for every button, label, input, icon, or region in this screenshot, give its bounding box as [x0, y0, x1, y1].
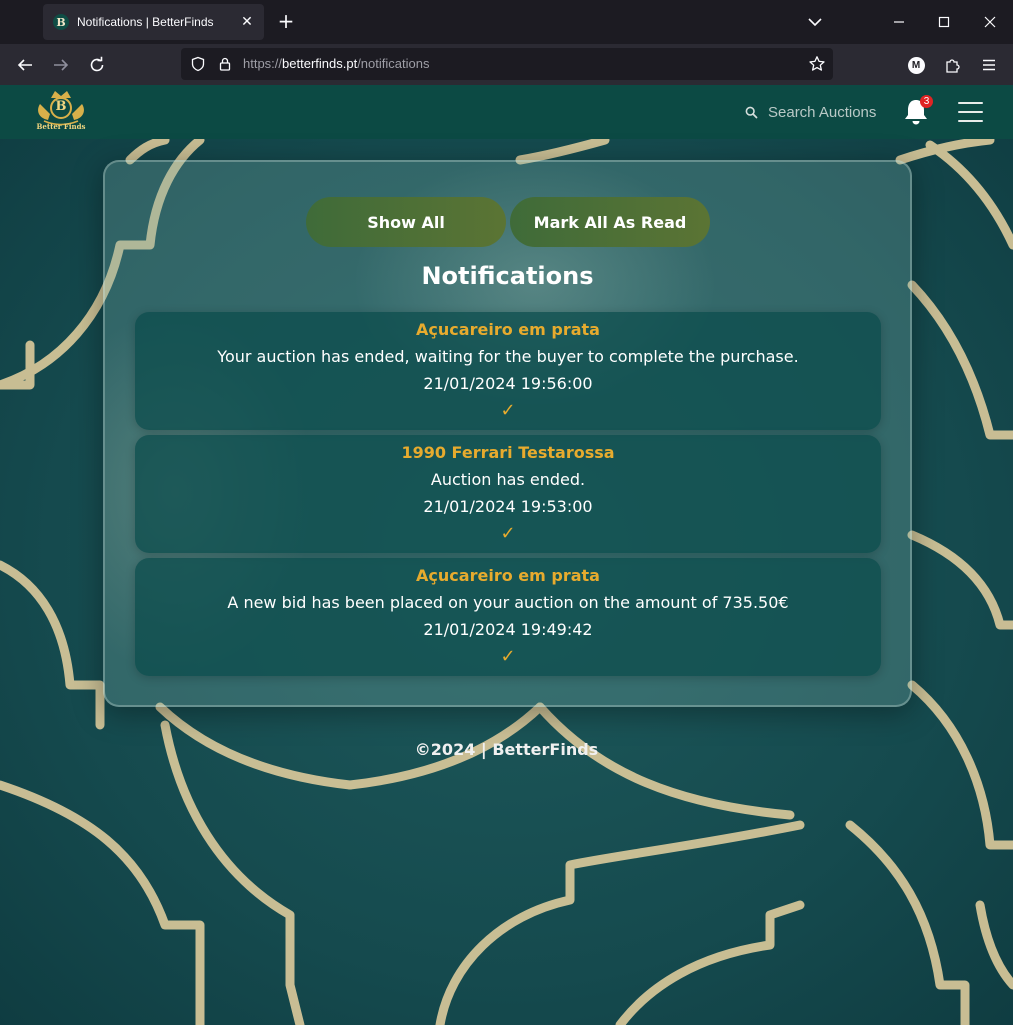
bookmark-star-icon[interactable] [805, 52, 829, 76]
notification-date: 21/01/2024 19:53:00 [423, 497, 593, 516]
notification-message: Your auction has ended, waiting for the … [217, 347, 799, 366]
address-bar[interactable]: https://betterfinds.pt/notifications [181, 48, 833, 80]
notification-count-badge: 3 [920, 95, 933, 108]
maximize-window-icon[interactable] [932, 10, 956, 34]
url-host: betterfinds.pt [282, 56, 358, 71]
logo-text: Better Finds [36, 122, 86, 131]
notifications-panel: Show All Mark All As Read Notifications … [103, 160, 912, 707]
mark-all-as-read-button[interactable]: Mark All As Read [510, 197, 710, 247]
notification-title[interactable]: Açucareiro em prata [135, 320, 881, 339]
notification-title[interactable]: Açucareiro em prata [135, 566, 881, 585]
url-text[interactable]: https://betterfinds.pt/notifications [243, 56, 429, 71]
url-prefix: https:// [243, 56, 283, 71]
betterfinds-favicon-icon: B [53, 14, 69, 30]
search-auctions[interactable]: Search Auctions [745, 102, 876, 122]
app-menu-icon[interactable] [977, 53, 1001, 77]
notification-date: 21/01/2024 19:49:42 [423, 620, 593, 639]
mark-read-check-icon[interactable]: ✓ [135, 523, 881, 544]
browser-tab[interactable]: B Notifications | BetterFinds ✕ [43, 4, 264, 40]
footer-copyright: ©2024 | BetterFinds [414, 740, 599, 759]
menu-hamburger-icon[interactable] [958, 102, 983, 122]
logo-letter: B [55, 99, 67, 114]
tab-title: Notifications | BetterFinds [77, 15, 214, 29]
tab-list-chevron-icon[interactable] [805, 12, 825, 32]
lock-icon[interactable] [213, 52, 237, 76]
url-path: /notifications [357, 56, 430, 71]
mark-read-check-icon[interactable]: ✓ [135, 400, 881, 421]
notification-card[interactable]: Açucareiro em prata Your auction has end… [135, 312, 881, 430]
account-avatar-letter: M [907, 56, 925, 74]
notification-title[interactable]: 1990 Ferrari Testarossa [135, 443, 881, 462]
search-icon [745, 106, 758, 118]
page-title: Notifications [421, 262, 594, 290]
shield-icon[interactable] [186, 52, 210, 76]
forward-arrow-icon[interactable] [49, 53, 73, 77]
browser-toolbar: https://betterfinds.pt/notifications M [0, 44, 1013, 85]
new-tab-icon[interactable]: + [275, 11, 297, 33]
close-tab-icon[interactable]: ✕ [238, 13, 256, 31]
betterfinds-page: B Better Finds Search Auctions 3 Show Al… [0, 85, 1013, 1025]
notification-card[interactable]: 1990 Ferrari Testarossa Auction has ende… [135, 435, 881, 553]
extensions-puzzle-icon[interactable] [941, 53, 965, 77]
notification-date: 21/01/2024 19:56:00 [423, 374, 593, 393]
account-avatar-icon[interactable]: M [904, 53, 928, 77]
search-input[interactable]: Search Auctions [768, 104, 876, 121]
browser-tab-strip: B Notifications | BetterFinds ✕ + [0, 0, 1013, 44]
minimize-window-icon[interactable] [887, 10, 911, 34]
notification-message: A new bid has been placed on your auctio… [227, 593, 789, 612]
mark-read-check-icon[interactable]: ✓ [135, 646, 881, 667]
close-window-icon[interactable] [978, 10, 1002, 34]
notification-message: Auction has ended. [430, 470, 586, 489]
show-all-button[interactable]: Show All [306, 197, 506, 247]
notification-card[interactable]: Açucareiro em prata A new bid has been p… [135, 558, 881, 676]
site-header: B Better Finds Search Auctions 3 [0, 85, 1013, 139]
back-arrow-icon[interactable] [13, 53, 37, 77]
betterfinds-logo[interactable]: B Better Finds [30, 88, 92, 134]
reload-icon[interactable] [85, 53, 109, 77]
